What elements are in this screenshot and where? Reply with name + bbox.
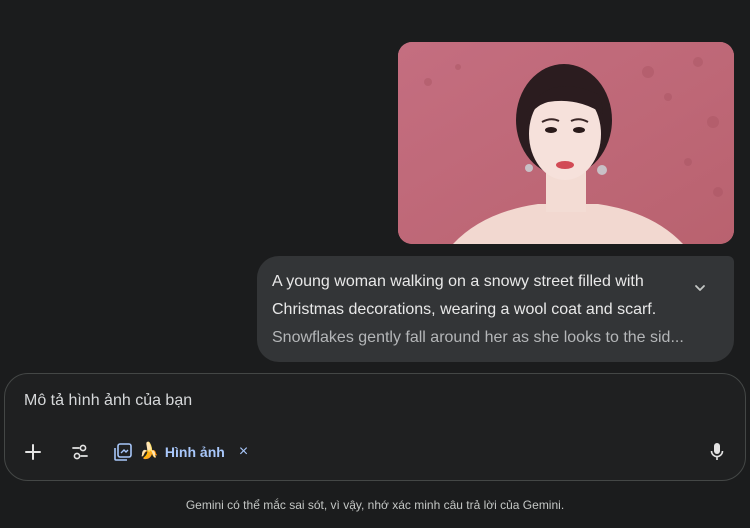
prompt-line: Snowflakes gently fall around her as she… [272, 329, 684, 346]
disclaimer-text: Gemini có thể mắc sai sót, vì vậy, nhớ x… [185, 498, 565, 512]
portrait-photo [398, 42, 734, 244]
remove-tool-button[interactable]: × [239, 443, 248, 461]
tune-icon [72, 444, 88, 460]
image-tool-label: Hình ảnh [164, 444, 225, 460]
image-library-icon [114, 443, 132, 461]
add-button[interactable] [16, 435, 50, 469]
prompt-composer[interactable]: Mô tả hình ảnh của bạn 🍌 Hình ảnh × [4, 373, 746, 481]
user-prompt-bubble: A young woman walking on a snowy street … [257, 256, 734, 362]
prompt-input[interactable]: Mô tả hình ảnh của bạn [24, 392, 192, 410]
chevron-down-icon [695, 285, 705, 291]
prompt-line: A young woman walking on a snowy street … [272, 273, 644, 290]
expand-prompt-button[interactable] [688, 276, 712, 300]
image-tool-chip[interactable]: 🍌 Hình ảnh × [113, 436, 248, 468]
mic-icon [710, 443, 724, 460]
banana-icon: 🍌 [139, 443, 159, 460]
uploaded-image[interactable] [398, 42, 734, 244]
prompt-line: Christmas decorations, wearing a wool co… [272, 301, 657, 318]
microphone-button[interactable] [700, 435, 734, 469]
chat-screen: A young woman walking on a snowy street … [0, 0, 750, 528]
plus-icon [25, 444, 41, 460]
tools-button[interactable] [63, 435, 97, 469]
